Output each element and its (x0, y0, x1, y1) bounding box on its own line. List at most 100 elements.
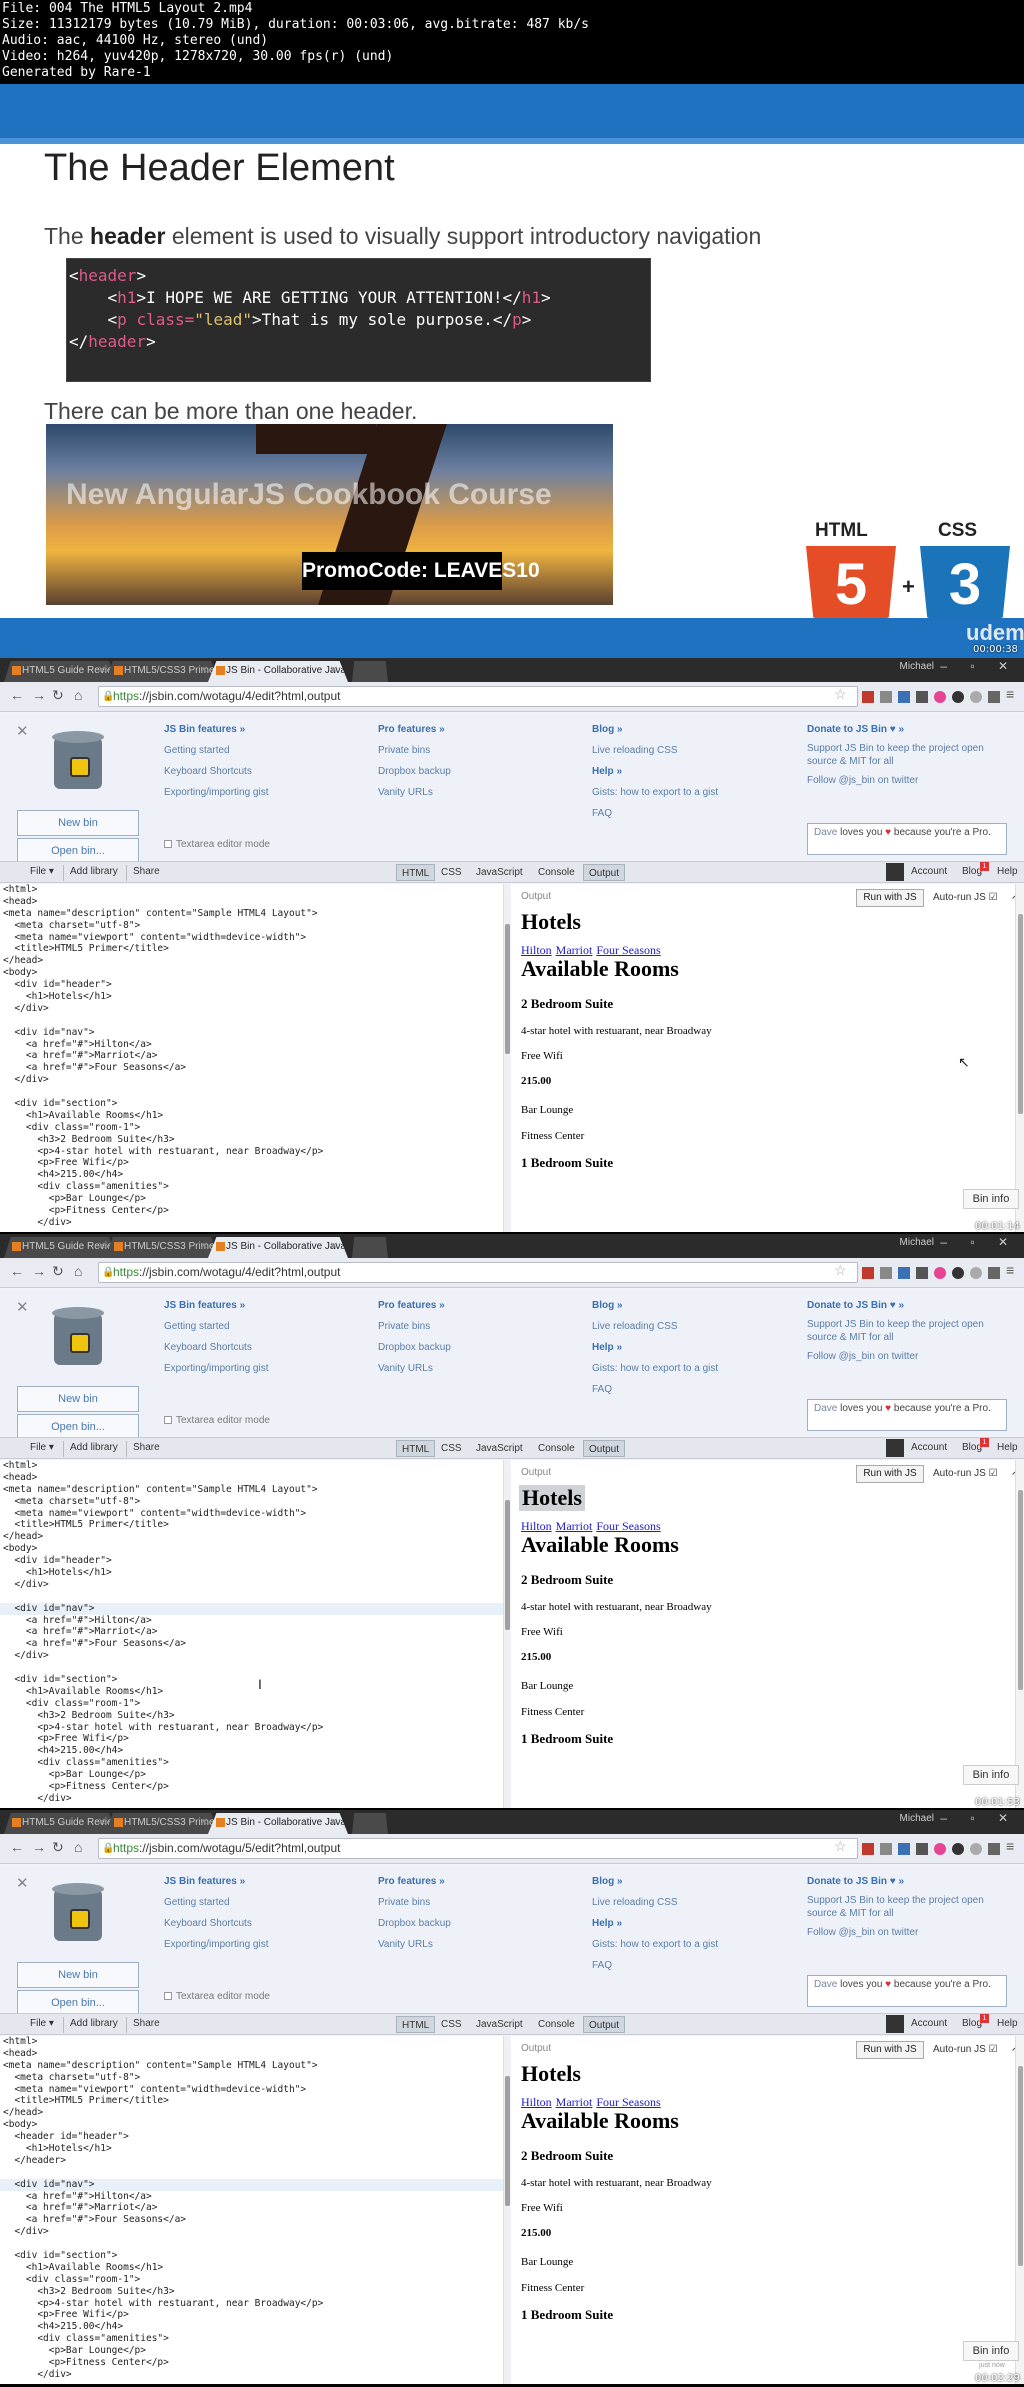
account-link[interactable]: Account (911, 2018, 947, 2029)
features-heading[interactable]: JS Bin features » (164, 1876, 245, 1887)
bookmark-star-icon[interactable]: ☆ (834, 1838, 847, 1855)
code-line[interactable]: <h4>215.00</h4> (0, 1745, 503, 1757)
browser-tab[interactable]: HTML5/CSS3 Primer - Go✕ (106, 1813, 218, 1834)
blog-heading[interactable]: Blog » (592, 1300, 623, 1311)
features-link[interactable]: Exporting/importing gist (164, 1363, 269, 1374)
pro-link[interactable]: Vanity URLs (378, 1939, 433, 1950)
new-tab-button[interactable] (352, 1237, 388, 1258)
panel-toggle-console[interactable]: Console (533, 1440, 580, 1457)
code-line[interactable]: <div id="nav"> (0, 1027, 503, 1039)
close-icon[interactable]: ✕ (16, 722, 29, 740)
blog-link[interactable]: Blog (962, 866, 982, 877)
menu-icon[interactable]: ≡ (1006, 1262, 1014, 1278)
help-heading[interactable]: Help » (592, 766, 622, 777)
reload-icon[interactable]: ↻ (52, 687, 64, 704)
extension-icon[interactable] (988, 1267, 1000, 1279)
features-link[interactable]: Exporting/importing gist (164, 1939, 269, 1950)
code-line[interactable]: <div class="room-1"> (0, 2274, 503, 2286)
blog-link[interactable]: Blog (962, 2018, 982, 2029)
share-button[interactable]: Share (133, 2018, 160, 2029)
pro-link[interactable]: Private bins (378, 745, 430, 756)
add-library-button[interactable]: Add library (70, 866, 118, 877)
code-line[interactable]: <meta charset="utf-8"> (0, 1496, 503, 1508)
menu-icon[interactable]: ≡ (1006, 686, 1014, 702)
pro-link[interactable]: Dropbox backup (378, 1918, 451, 1929)
code-line[interactable]: <div id="section"> (0, 2250, 503, 2262)
code-line[interactable]: <html> (0, 2036, 503, 2048)
reload-icon[interactable]: ↻ (52, 1839, 64, 1856)
code-line[interactable]: <div id="section"> (0, 1674, 503, 1686)
url-field[interactable]: 🔒 https://jsbin.com/wotagu/4/edit?html,ou… (98, 686, 858, 707)
forward-icon[interactable]: → (32, 1263, 46, 1279)
run-with-js-button[interactable]: Run with JS (856, 2041, 924, 2059)
close-icon[interactable]: ✕ (16, 1874, 29, 1892)
browser-tab[interactable]: JS Bin - Collaborative Java ✕ (208, 1813, 348, 1834)
extension-icon[interactable] (880, 1267, 892, 1279)
code-line[interactable]: <meta name="viewport" content="width=dev… (0, 1508, 503, 1520)
code-line[interactable]: <body> (0, 967, 503, 979)
code-line[interactable]: <meta name="description" content="Sample… (0, 1484, 503, 1496)
browser-tab[interactable]: HTML5 Guide Review | Ud✕ (4, 1237, 116, 1258)
tab-close-icon[interactable]: ✕ (200, 661, 208, 681)
browser-tab[interactable]: HTML5/CSS3 Primer - Go✕ (106, 1237, 218, 1258)
code-line[interactable]: <h1>Hotels</h1> (0, 1567, 503, 1579)
pro-heading[interactable]: Pro features » (378, 724, 445, 735)
code-line[interactable]: <p>Bar Lounge</p> (0, 1193, 503, 1205)
avatar[interactable] (886, 863, 904, 881)
code-line[interactable] (0, 1086, 503, 1098)
extension-icon[interactable] (880, 1843, 892, 1855)
code-line[interactable]: <h4>215.00</h4> (0, 2321, 503, 2333)
code-line[interactable]: <h4>215.00</h4> (0, 1169, 503, 1181)
help-link[interactable]: Help (997, 1442, 1018, 1453)
pro-link[interactable]: Vanity URLs (378, 787, 433, 798)
help-heading[interactable]: Help » (592, 1918, 622, 1929)
code-line[interactable]: <h1>Available Rooms</h1> (0, 1110, 503, 1122)
add-library-button[interactable]: Add library (70, 2018, 118, 2029)
share-button[interactable]: Share (133, 866, 160, 877)
extension-icon[interactable] (952, 691, 964, 703)
code-line[interactable]: </div> (0, 1003, 503, 1015)
help-link[interactable]: Help (997, 866, 1018, 877)
code-line[interactable]: <a href="#">Four Seasons</a> (0, 1062, 503, 1074)
tab-close-icon[interactable]: ✕ (200, 1237, 208, 1257)
extension-icon[interactable] (934, 1267, 946, 1279)
donate-heading[interactable]: Donate to JS Bin ♥ » (807, 1300, 904, 1311)
features-link[interactable]: Exporting/importing gist (164, 787, 269, 798)
code-line[interactable]: </head> (0, 2107, 503, 2119)
avatar[interactable] (886, 1439, 904, 1457)
help-link[interactable]: FAQ (592, 808, 612, 819)
code-line[interactable]: <div class="room-1"> (0, 1698, 503, 1710)
code-line[interactable]: </header> (0, 2155, 503, 2167)
code-line[interactable]: </div> (0, 1650, 503, 1662)
code-line[interactable]: <a href="#">Marriot</a> (0, 1626, 503, 1638)
pro-link[interactable]: Private bins (378, 1897, 430, 1908)
forward-icon[interactable]: → (32, 1839, 46, 1855)
code-line[interactable]: <meta name="viewport" content="width=dev… (0, 2084, 503, 2096)
code-line[interactable]: <head> (0, 1472, 503, 1484)
code-line[interactable]: <div class="amenities"> (0, 1757, 503, 1769)
textarea-mode-checkbox[interactable]: Textarea editor mode (164, 839, 270, 850)
panel-toggle-javascript[interactable]: JavaScript (471, 2016, 528, 2033)
panel-toggle-css[interactable]: CSS (436, 1440, 467, 1457)
code-line[interactable]: <p>Free Wifi</p> (0, 1733, 503, 1745)
code-line[interactable]: <h1>Hotels</h1> (0, 2143, 503, 2155)
code-line[interactable]: <h1>Available Rooms</h1> (0, 1686, 503, 1698)
help-link[interactable]: Gists: how to export to a gist (592, 1363, 718, 1374)
extension-icon[interactable] (970, 1267, 982, 1279)
follow-link[interactable]: Follow @js_bin on twitter (807, 775, 918, 786)
output-link[interactable]: Marriot (556, 2095, 593, 2109)
home-icon[interactable]: ⌂ (74, 1263, 82, 1279)
pro-link[interactable]: Dropbox backup (378, 766, 451, 777)
output-link[interactable]: Hilton (521, 1519, 552, 1533)
code-line[interactable]: <a href="#">Hilton</a> (0, 2191, 503, 2203)
back-icon[interactable]: ← (10, 1839, 24, 1855)
html-editor[interactable]: <html> <head> <meta name="description" con… (0, 1460, 503, 1808)
code-line[interactable]: </head> (0, 955, 503, 967)
help-link[interactable]: Gists: how to export to a gist (592, 1939, 718, 1950)
panel-toggle-javascript[interactable]: JavaScript (471, 864, 528, 881)
follow-link[interactable]: Follow @js_bin on twitter (807, 1927, 918, 1938)
pro-link[interactable]: Private bins (378, 1321, 430, 1332)
output-link[interactable]: Four Seasons (596, 1519, 660, 1533)
extension-icon[interactable] (880, 691, 892, 703)
file-menu[interactable]: File ▾ (30, 2018, 54, 2029)
